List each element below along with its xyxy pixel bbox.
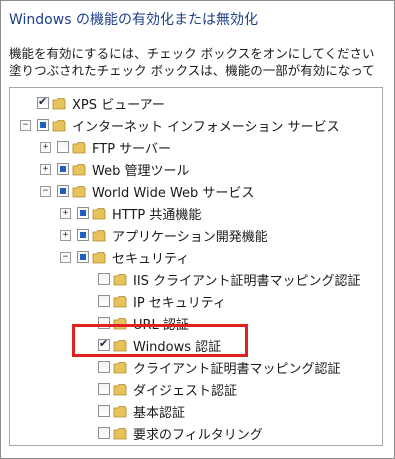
folder-icon <box>52 119 66 131</box>
folder-icon <box>72 163 86 175</box>
plus-expander-icon[interactable]: + <box>60 207 71 219</box>
minus-expander-icon[interactable]: − <box>40 185 51 197</box>
tree-item-label: FTP サーバー <box>92 141 172 157</box>
tree-item-www-service[interactable]: − World Wide Web サービス <box>40 180 254 202</box>
plus-expander-icon[interactable]: + <box>40 141 51 153</box>
folder-icon <box>72 185 86 197</box>
folder-icon <box>113 273 127 285</box>
folder-icon <box>113 383 127 395</box>
feature-checkbox[interactable] <box>98 405 110 417</box>
plus-expander-icon[interactable]: + <box>40 163 51 175</box>
feature-checkbox[interactable] <box>98 295 110 307</box>
tree-item-ftp-server[interactable]: + FTP サーバー <box>40 136 171 158</box>
tree-item-label: 要求のフィルタリング <box>133 427 263 443</box>
tree-item-request-filtering[interactable]: 要求のフィルタリング <box>81 422 263 444</box>
minus-expander-icon[interactable]: − <box>20 119 31 131</box>
tree-item-label: アプリケーション開発機能 <box>112 229 268 245</box>
tree-item-label: IIS クライアント証明書マッピング認証 <box>133 273 361 289</box>
folder-icon <box>92 251 106 263</box>
minus-expander-icon[interactable]: − <box>60 251 71 263</box>
tree-item-web-management[interactable]: + Web 管理ツール <box>40 158 189 180</box>
tree-item-digest-auth[interactable]: ダイジェスト認証 <box>81 378 237 400</box>
description-line-2: 塗りつぶされたチェック ボックスは、機能の一部が有効になって <box>9 63 375 78</box>
folder-icon <box>113 295 127 307</box>
tree-item-label: HTTP 共通機能 <box>112 207 202 223</box>
tree-item-label: インターネット インフォメーション サービス <box>72 119 340 135</box>
feature-checkbox[interactable] <box>98 383 110 395</box>
tree-item-label: セキュリティ <box>112 251 190 267</box>
folder-icon <box>113 427 127 439</box>
description-line-1: 機能を有効にするには、チェック ボックスをオンにしてください <box>9 46 375 61</box>
dialog-title: Windows の機能の有効化または無効化 <box>9 12 258 28</box>
folder-icon <box>113 405 127 417</box>
folder-icon <box>52 97 66 109</box>
tree-item-label: XPS ビューアー <box>72 97 165 113</box>
tree-item-security[interactable]: − セキュリティ <box>60 246 189 268</box>
plus-expander-icon[interactable]: + <box>60 229 71 241</box>
tree-item-label: Web 管理ツール <box>92 163 190 179</box>
feature-checkbox[interactable] <box>77 251 89 263</box>
feature-checkbox[interactable] <box>57 185 69 197</box>
tree-item-label: クライアント証明書マッピング認証 <box>133 361 341 377</box>
folder-icon <box>92 207 106 219</box>
features-tree[interactable]: XPS ビューアー − インターネット インフォメーション サービス + FTP… <box>9 87 383 446</box>
windows-features-dialog: Windows の機能の有効化または無効化 機能を有効にするには、チェック ボッ… <box>0 0 395 459</box>
feature-checkbox[interactable] <box>98 427 110 439</box>
feature-checkbox[interactable] <box>57 163 69 175</box>
tree-item-label: World Wide Web サービス <box>92 185 255 201</box>
folder-icon <box>72 141 86 153</box>
feature-checkbox[interactable] <box>37 95 49 109</box>
feature-checkbox[interactable] <box>37 119 49 131</box>
feature-checkbox[interactable] <box>77 229 89 241</box>
tree-item-client-cert-mapping[interactable]: クライアント証明書マッピング認証 <box>81 356 340 378</box>
tree-item-xps-viewer[interactable]: XPS ビューアー <box>20 92 165 114</box>
tree-item-label: IP セキュリティ <box>133 295 227 311</box>
tree-item-label: 基本認証 <box>133 405 186 421</box>
tree-item-ip-security[interactable]: IP セキュリティ <box>81 290 226 312</box>
feature-checkbox[interactable] <box>57 141 69 153</box>
feature-checkbox[interactable] <box>98 273 110 285</box>
feature-checkbox[interactable] <box>77 207 89 219</box>
tree-item-basic-auth[interactable]: 基本認証 <box>81 400 185 422</box>
folder-icon <box>113 361 127 373</box>
tree-item-app-dev[interactable]: + アプリケーション開発機能 <box>60 224 268 246</box>
tree-item-iis[interactable]: − インターネット インフォメーション サービス <box>20 114 340 136</box>
tree-item-label: ダイジェスト認証 <box>133 383 238 399</box>
tree-item-http-common[interactable]: + HTTP 共通機能 <box>60 202 201 224</box>
folder-icon <box>92 229 106 241</box>
dialog-description: 機能を有効にするには、チェック ボックスをオンにしてください 塗りつぶされたチェ… <box>9 45 394 79</box>
tree-item-iis-client-cert[interactable]: IIS クライアント証明書マッピング認証 <box>81 268 361 290</box>
feature-checkbox[interactable] <box>98 361 110 373</box>
highlight-box <box>72 324 248 357</box>
